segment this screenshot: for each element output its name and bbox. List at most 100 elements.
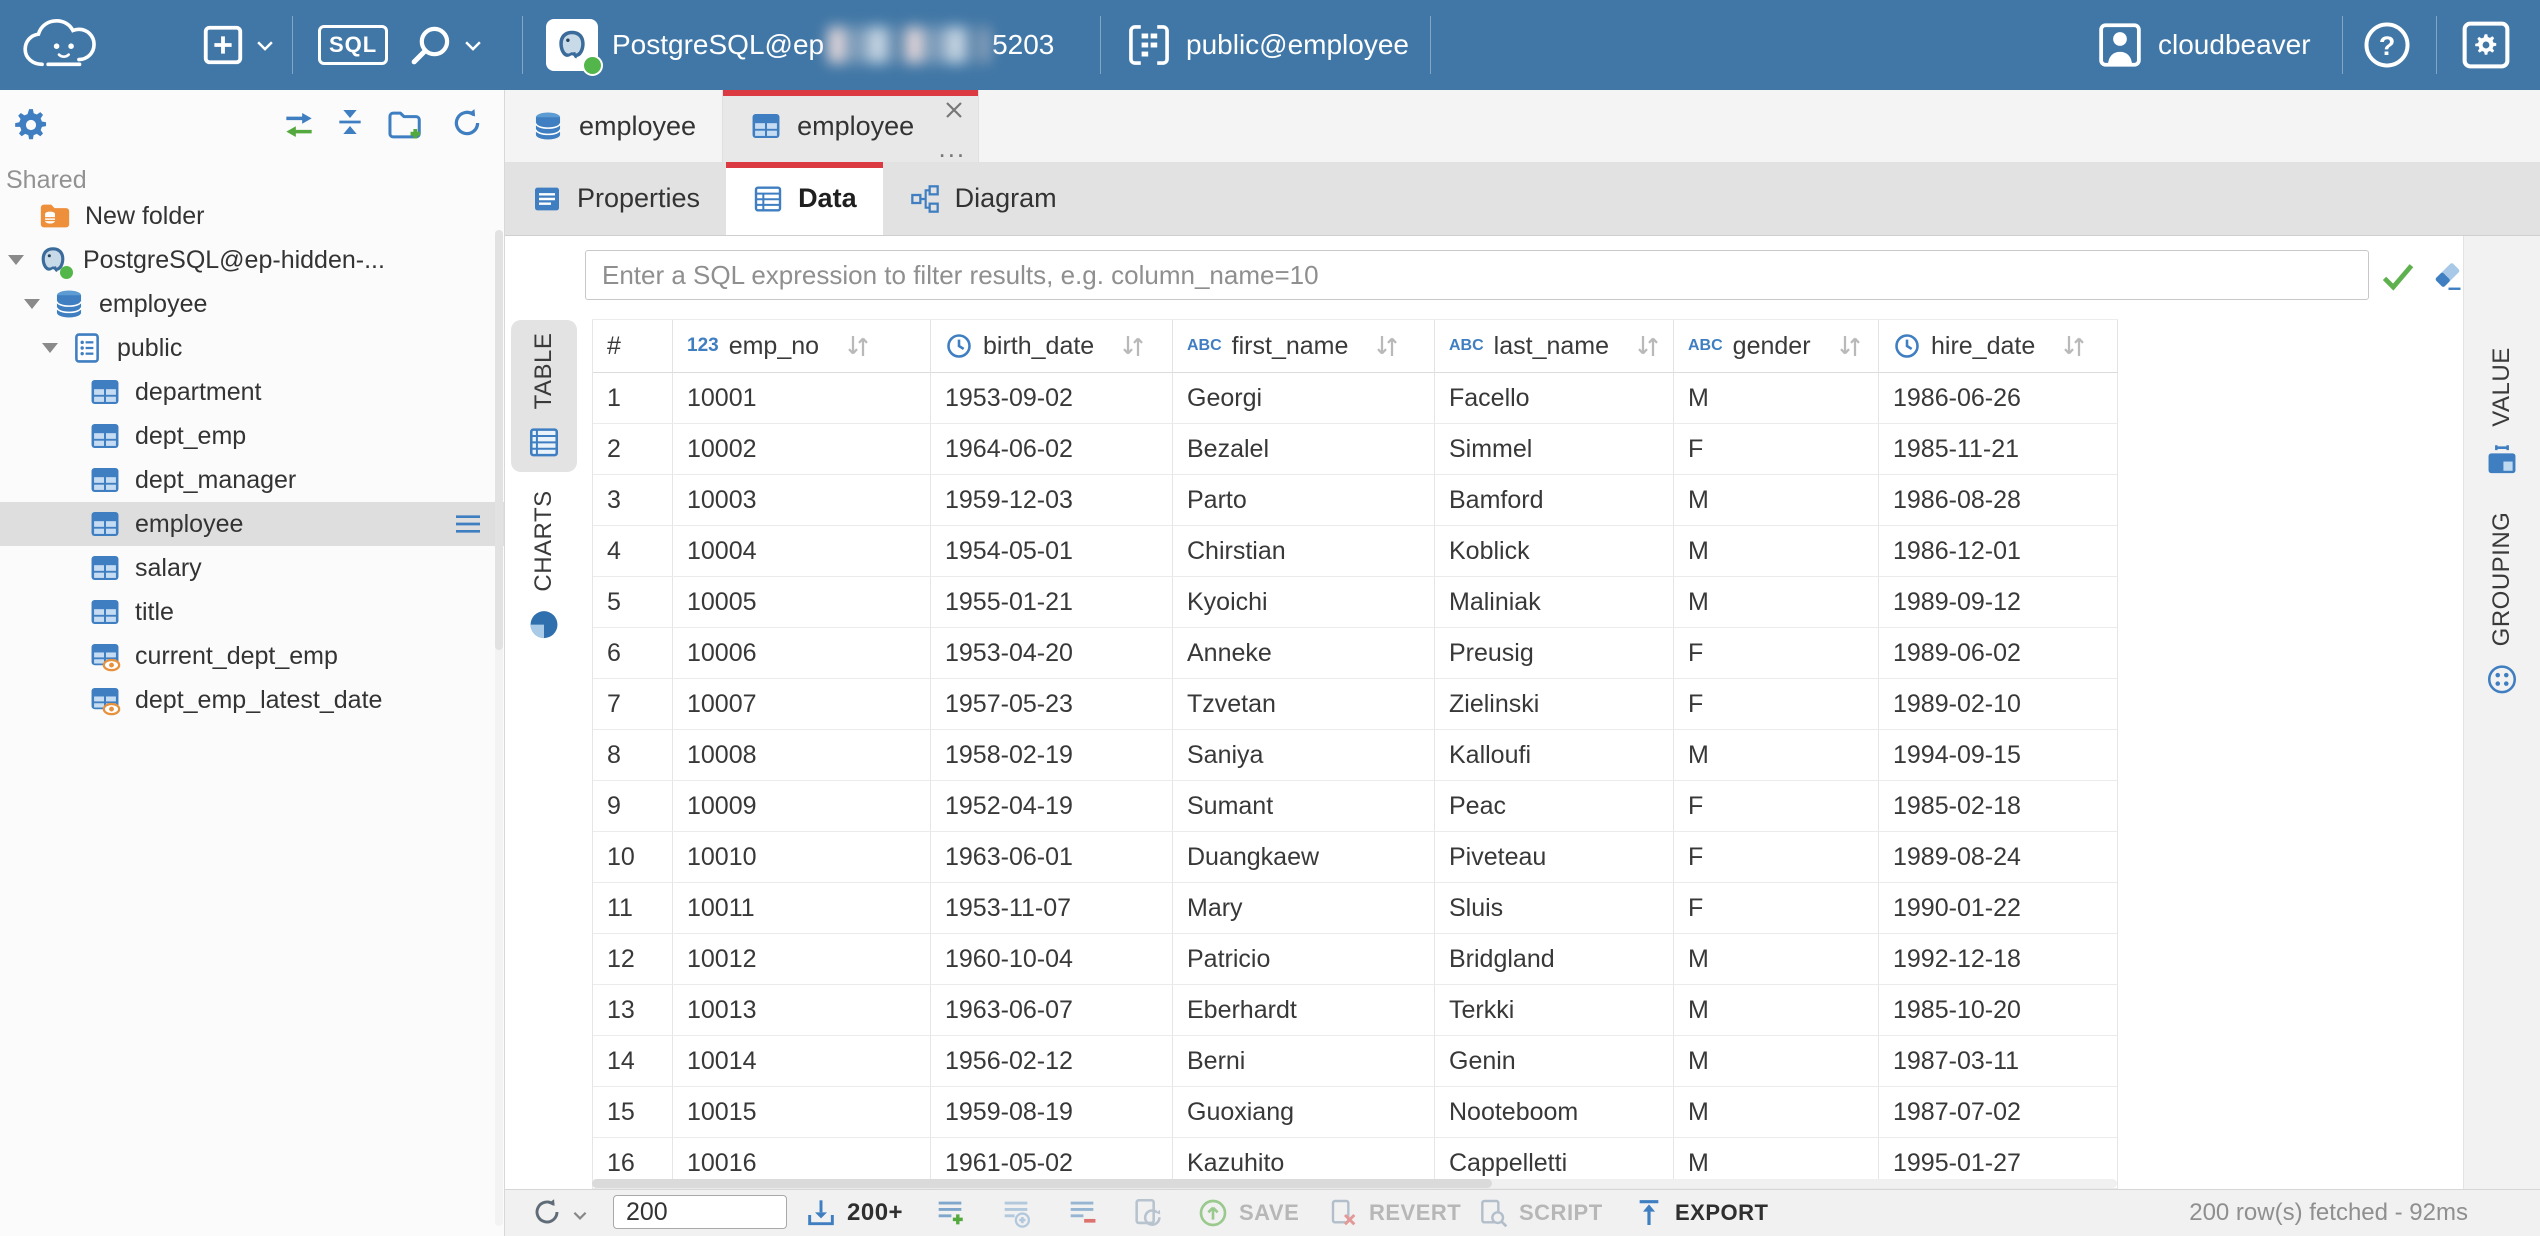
row-number-cell[interactable]: 3 xyxy=(593,475,673,526)
tree-item-dept-manager[interactable]: dept_manager xyxy=(0,458,504,502)
tab-diagram[interactable]: Diagram xyxy=(883,162,1083,235)
grid-cell[interactable]: M xyxy=(1674,1087,1879,1138)
driver-manager-button[interactable] xyxy=(408,0,484,90)
grid-cell[interactable]: Peac xyxy=(1435,781,1674,832)
grid-cell[interactable]: M xyxy=(1674,373,1879,424)
refresh-result-button[interactable] xyxy=(531,1196,563,1228)
grid-cell[interactable]: F xyxy=(1674,679,1879,730)
grid-cell[interactable]: Anneke xyxy=(1173,628,1435,679)
grid-cell[interactable]: Bridgland xyxy=(1435,934,1674,985)
add-row-button[interactable] xyxy=(933,1196,967,1230)
grid-cell[interactable]: 1954-05-01 xyxy=(931,526,1173,577)
grid-cell[interactable]: Sumant xyxy=(1173,781,1435,832)
column-header-hire_date[interactable]: hire_date xyxy=(1879,320,2118,373)
chevron-expanded-icon[interactable] xyxy=(8,255,24,265)
column-header-emp_no[interactable]: 123emp_no xyxy=(673,320,931,373)
grid-cell[interactable]: M xyxy=(1674,577,1879,628)
grid-cell[interactable]: Duangkaew xyxy=(1173,832,1435,883)
grid-cell[interactable]: 1956-02-12 xyxy=(931,1036,1173,1087)
settings-button[interactable] xyxy=(2460,0,2512,90)
grid-cell[interactable]: 1994-09-15 xyxy=(1879,730,2118,781)
grid-cell[interactable]: Genin xyxy=(1435,1036,1674,1087)
tree-item-department[interactable]: department xyxy=(0,370,504,414)
grid-cell[interactable]: 10009 xyxy=(673,781,931,832)
grid-cell[interactable]: Facello xyxy=(1435,373,1674,424)
grid-cell[interactable]: 10004 xyxy=(673,526,931,577)
grid-cell[interactable]: Kyoichi xyxy=(1173,577,1435,628)
grid-cell[interactable]: 1953-11-07 xyxy=(931,883,1173,934)
grid-cell[interactable]: 10006 xyxy=(673,628,931,679)
refresh-tree-button[interactable] xyxy=(450,106,484,140)
row-number-cell[interactable]: 8 xyxy=(593,730,673,781)
sort-arrows-icon[interactable] xyxy=(1372,331,1402,361)
grid-cell[interactable]: 1985-02-18 xyxy=(1879,781,2118,832)
row-number-cell[interactable]: 6 xyxy=(593,628,673,679)
grid-cell[interactable]: 1955-01-21 xyxy=(931,577,1173,628)
rail-tab-table[interactable]: TABLE xyxy=(511,320,577,472)
grid-cell[interactable]: Eberhardt xyxy=(1173,985,1435,1036)
grid-cell[interactable]: 10002 xyxy=(673,424,931,475)
sort-arrows-icon[interactable] xyxy=(1633,331,1663,361)
save-button[interactable]: SAVE xyxy=(1197,1190,1299,1236)
grid-cell[interactable]: Saniya xyxy=(1173,730,1435,781)
grid-cell[interactable]: 10001 xyxy=(673,373,931,424)
horizontal-scrollbar-track[interactable] xyxy=(592,1179,2117,1188)
grid-cell[interactable]: 1986-08-28 xyxy=(1879,475,2118,526)
row-number-cell[interactable]: 14 xyxy=(593,1036,673,1087)
rail-tab-grouping[interactable]: GROUPING xyxy=(2464,484,2540,724)
grid-cell[interactable]: 1987-03-11 xyxy=(1879,1036,2118,1087)
column-header-birth_date[interactable]: birth_date xyxy=(931,320,1173,373)
grid-cell[interactable]: M xyxy=(1674,730,1879,781)
tree-item-postgresql-ep-hidden-[interactable]: PostgreSQL@ep-hidden-... xyxy=(0,238,504,282)
grid-cell[interactable]: F xyxy=(1674,424,1879,475)
column-header-rownum[interactable]: # xyxy=(593,320,673,373)
grid-cell[interactable]: Simmel xyxy=(1435,424,1674,475)
grid-cell[interactable]: Berni xyxy=(1173,1036,1435,1087)
row-number-cell[interactable]: 10 xyxy=(593,832,673,883)
row-number-cell[interactable]: 15 xyxy=(593,1087,673,1138)
grid-cell[interactable]: 1958-02-19 xyxy=(931,730,1173,781)
row-number-cell[interactable]: 4 xyxy=(593,526,673,577)
sort-arrows-icon[interactable] xyxy=(1118,331,1148,361)
grid-cell[interactable]: 10012 xyxy=(673,934,931,985)
schema-selector[interactable]: public@employee xyxy=(1126,0,1409,90)
grid-cell[interactable]: 10010 xyxy=(673,832,931,883)
grid-cell[interactable]: 10011 xyxy=(673,883,931,934)
tree-item-public[interactable]: public xyxy=(0,326,504,370)
grid-cell[interactable]: 10003 xyxy=(673,475,931,526)
collapse-all-button[interactable] xyxy=(334,106,366,138)
column-header-gender[interactable]: ABCgender xyxy=(1674,320,1879,373)
grid-cell[interactable]: Nooteboom xyxy=(1435,1087,1674,1138)
grid-cell[interactable]: 1953-09-02 xyxy=(931,373,1173,424)
grid-cell[interactable]: F xyxy=(1674,883,1879,934)
cloudbeaver-logo[interactable] xyxy=(16,0,102,90)
help-button[interactable]: ? xyxy=(2362,0,2412,90)
row-number-cell[interactable]: 2 xyxy=(593,424,673,475)
refresh-options-chevron-icon[interactable] xyxy=(571,1206,589,1224)
grid-cell[interactable]: Bamford xyxy=(1435,475,1674,526)
grid-cell[interactable]: Preusig xyxy=(1435,628,1674,679)
grid-cell[interactable]: 10008 xyxy=(673,730,931,781)
apply-filter-icon[interactable] xyxy=(2379,257,2417,295)
grid-cell[interactable]: 1959-12-03 xyxy=(931,475,1173,526)
grid-cell[interactable]: Terkki xyxy=(1435,985,1674,1036)
grid-cell[interactable]: 10005 xyxy=(673,577,931,628)
grid-cell[interactable]: 1992-12-18 xyxy=(1879,934,2118,985)
sort-arrows-icon[interactable] xyxy=(1835,331,1865,361)
column-header-last_name[interactable]: ABClast_name xyxy=(1435,320,1674,373)
grid-cell[interactable]: M xyxy=(1674,934,1879,985)
horizontal-scrollbar-thumb[interactable] xyxy=(592,1179,1492,1188)
tab-employee-table[interactable]: employee ... xyxy=(723,90,979,162)
navigator-settings-button[interactable] xyxy=(12,106,50,144)
clear-filter-eraser-icon[interactable] xyxy=(2429,258,2465,294)
duplicate-row-button[interactable] xyxy=(999,1196,1033,1230)
grid-cell[interactable]: 1985-11-21 xyxy=(1879,424,2118,475)
fetch-size-input[interactable] xyxy=(613,1195,787,1229)
grid-cell[interactable]: 1989-08-24 xyxy=(1879,832,2118,883)
new-folder-button[interactable] xyxy=(386,106,424,144)
tab-employee-database[interactable]: employee xyxy=(505,90,723,162)
tab-menu-dots[interactable]: ... xyxy=(938,133,966,164)
tree-item-title[interactable]: title xyxy=(0,590,504,634)
rail-tab-charts[interactable]: CHARTS xyxy=(511,478,577,654)
delete-row-button[interactable] xyxy=(1065,1196,1099,1230)
